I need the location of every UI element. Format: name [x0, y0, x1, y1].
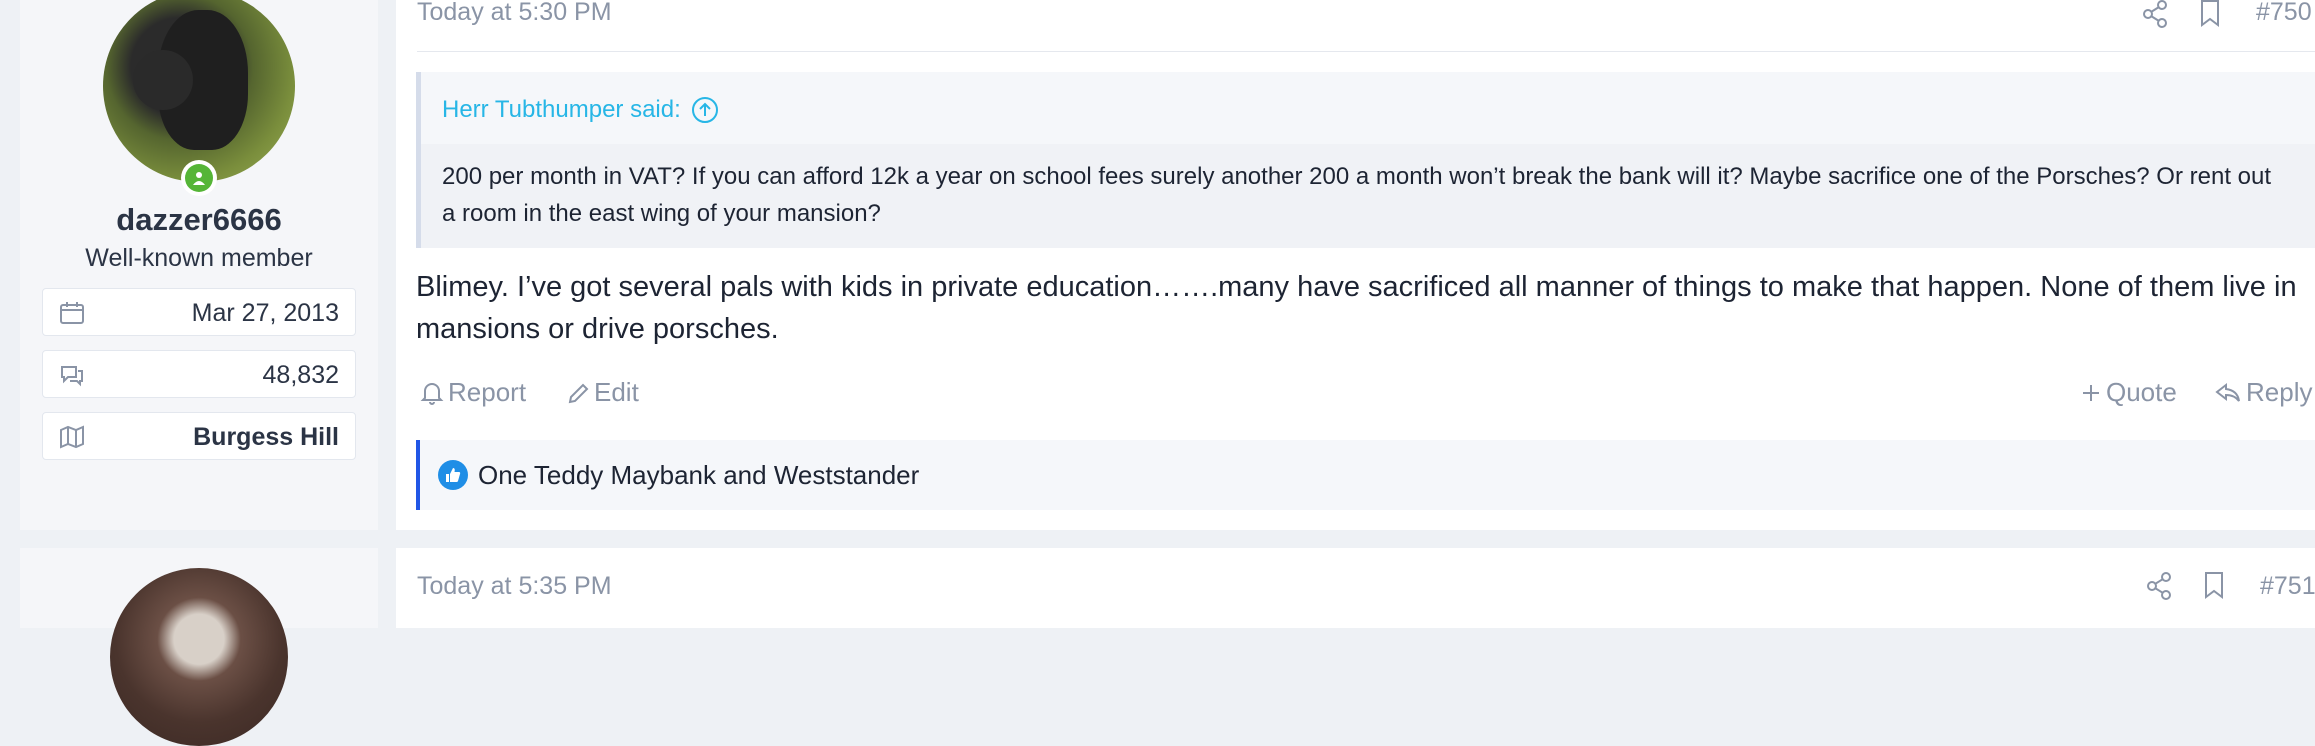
messages-stat: 48,832: [42, 350, 356, 398]
location-link[interactable]: Burgess Hill: [193, 423, 339, 452]
share-icon[interactable]: [2144, 572, 2174, 600]
bookmark-icon[interactable]: [2202, 572, 2226, 600]
reactions-bar[interactable]: One Teddy Maybank and Weststander: [416, 440, 2315, 510]
reply-button[interactable]: Reply: [2214, 377, 2312, 408]
pencil-icon: [568, 383, 589, 403]
next-post-timestamp[interactable]: Today at 5:35 PM: [417, 572, 612, 601]
location-stat: Burgess Hill: [42, 412, 356, 460]
quote-button[interactable]: Quote: [2080, 377, 2177, 408]
calendar-icon: [60, 302, 84, 324]
joined-date: Mar 27, 2013: [191, 299, 339, 327]
next-post-number[interactable]: #751: [2260, 572, 2315, 601]
message-count: 48,832: [262, 361, 339, 389]
map-icon: [60, 425, 84, 449]
next-post-card: [396, 548, 2315, 628]
quote-author[interactable]: Herr Tubthumper said:: [442, 96, 681, 124]
quote-text: 200 per month in VAT? If you can afford …: [442, 163, 2272, 227]
post-message: Blimey. I’ve got several pals with kids …: [416, 271, 2297, 345]
reply-icon: [2215, 382, 2240, 402]
post-number[interactable]: #750: [2256, 0, 2312, 27]
reply-label: Reply: [2246, 377, 2313, 407]
quote-label: Quote: [2106, 377, 2177, 407]
username[interactable]: dazzer6666: [20, 202, 378, 238]
header-divider: [417, 51, 2315, 52]
report-button[interactable]: Report: [420, 377, 526, 408]
post-timestamp[interactable]: Today at 5:30 PM: [417, 0, 612, 27]
arrow-up-circle-icon[interactable]: [691, 96, 719, 124]
user-title: Well-known member: [85, 244, 313, 272]
bookmark-icon[interactable]: [2198, 0, 2222, 28]
next-user-avatar[interactable]: [110, 568, 288, 746]
online-status-icon: [181, 160, 217, 196]
edit-button[interactable]: Edit: [566, 377, 639, 408]
joined-stat: Mar 27, 2013: [42, 288, 356, 336]
share-icon[interactable]: [2140, 0, 2170, 28]
like-icon: [438, 460, 468, 490]
reaction-users[interactable]: One Teddy Maybank and Weststander: [478, 460, 919, 491]
plus-icon: [2083, 384, 2099, 401]
quote-header[interactable]: Herr Tubthumper said:: [442, 96, 719, 124]
bell-icon: [420, 382, 444, 405]
edit-label: Edit: [594, 377, 639, 407]
messages-icon: [61, 366, 83, 387]
report-label: Report: [448, 377, 527, 407]
